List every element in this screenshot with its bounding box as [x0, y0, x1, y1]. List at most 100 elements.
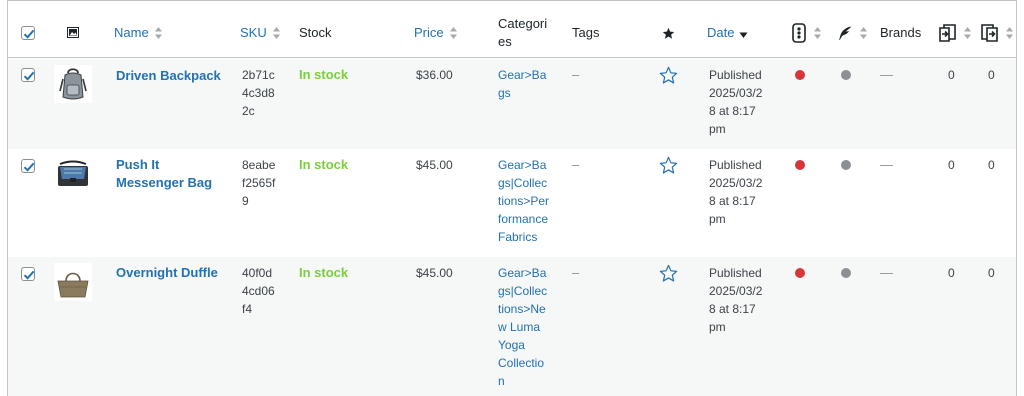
date-line: 2025/03/2: [709, 176, 763, 190]
col-stock-header: Stock: [299, 25, 332, 40]
category-line: gs|Collec: [498, 284, 548, 298]
category-line: Yoga: [498, 338, 525, 352]
sort-icon: [859, 26, 868, 40]
seo-score-icon[interactable]: [792, 23, 806, 43]
tags-cell: –: [572, 157, 580, 172]
date-line: 8 at 8:17: [709, 104, 756, 118]
incoming-links-count: 0: [948, 266, 955, 280]
sku-line: 2c: [242, 104, 255, 118]
seo-score-dot: [795, 268, 805, 278]
product-name-line: Driven Backpack: [116, 68, 221, 83]
sort-icon: [154, 26, 163, 40]
messenger-bag-thumbnail[interactable]: [54, 155, 92, 193]
category-line: tions>Ne: [498, 302, 546, 316]
tags-cell: –: [572, 265, 580, 280]
table-header: Name SKU Stock Price Categories Tags Dat…: [8, 1, 1016, 58]
product-name-link[interactable]: Driven Backpack: [116, 67, 221, 85]
outgoing-links-count: 0: [988, 158, 995, 172]
row-checkbox[interactable]: [21, 159, 35, 173]
date-cell: Published 2025/03/2 8 at 8:17 pm: [709, 156, 762, 228]
star-outline-icon[interactable]: [659, 156, 678, 175]
category-line: tions>Per: [498, 194, 550, 208]
date-cell: Published 2025/03/2 8 at 8:17 pm: [709, 66, 762, 138]
readability-score-dot: [841, 160, 851, 170]
readability-feather-icon[interactable]: [837, 25, 853, 41]
sort-icon: [813, 26, 822, 40]
sort-icon: [1005, 26, 1014, 40]
product-name-line: Push It: [116, 157, 160, 172]
category-line: Collectio: [498, 356, 545, 370]
row-checkbox[interactable]: [21, 68, 35, 82]
categories-cell[interactable]: Gear>Ba gs|Collec tions>Ne w Luma Yoga C…: [498, 264, 547, 390]
sku-cell: 8eabe f2565f 9: [242, 156, 275, 210]
incoming-links-icon[interactable]: [938, 24, 958, 42]
col-name-header[interactable]: Name: [114, 24, 163, 42]
stock-status: In stock: [299, 265, 349, 280]
price-cell: $36.00: [416, 68, 453, 82]
date-line: pm: [709, 122, 726, 136]
sort-icon: [449, 26, 458, 40]
readability-score-dot: [841, 268, 851, 278]
seo-score-dot: [795, 160, 805, 170]
col-tags-header: Tags: [572, 25, 600, 40]
date-line: Published: [709, 266, 762, 280]
col-brands-header: Brands: [880, 25, 922, 40]
outgoing-links-icon[interactable]: [980, 24, 1000, 42]
col-categories-header: Categories: [498, 16, 548, 49]
product-name-link[interactable]: Overnight Duffle: [116, 264, 218, 282]
date-line: 2025/03/2: [709, 284, 763, 298]
featured-star-icon[interactable]: [662, 27, 675, 40]
table-row: Driven Backpack 2b71c 4c3d8 2c In stock …: [8, 59, 1016, 149]
col-date-label: Date: [707, 25, 735, 40]
product-name-line: Messenger Bag: [116, 175, 213, 190]
date-line: 8 at 8:17: [709, 194, 756, 208]
row-checkbox[interactable]: [21, 267, 35, 281]
sort-desc-icon: [739, 26, 748, 40]
tags-cell: –: [572, 67, 580, 82]
outgoing-links-count: 0: [988, 266, 995, 280]
category-line: w Luma: [498, 320, 541, 334]
sort-icon: [272, 26, 281, 40]
sku-line: 9: [242, 194, 249, 208]
check-icon: [23, 162, 35, 172]
date-line: Published: [709, 158, 762, 172]
col-date-header[interactable]: Date: [707, 24, 748, 42]
categories-cell[interactable]: Gear>Ba gs: [498, 66, 546, 102]
date-line: Published: [709, 68, 762, 82]
category-line: n: [498, 374, 505, 388]
product-name-link[interactable]: Push It Messenger Bag: [116, 156, 212, 192]
incoming-links-count: 0: [948, 158, 955, 172]
category-line: gs: [498, 86, 511, 100]
price-cell: $45.00: [416, 158, 453, 172]
readability-score-dot: [841, 70, 851, 80]
incoming-links-count: 0: [948, 68, 955, 82]
date-line: pm: [709, 212, 726, 226]
category-line: Gear>Ba: [498, 266, 547, 280]
sku-line: f2565f: [242, 176, 276, 190]
product-name-line: Overnight Duffle: [116, 265, 218, 280]
col-sku-header[interactable]: SKU: [240, 24, 281, 42]
category-line: gs|Collec: [498, 176, 548, 190]
categories-cell[interactable]: Gear>Ba gs|Collec tions>Per formance Fab…: [498, 156, 549, 246]
brand-cell: —: [880, 157, 893, 172]
price-cell: $45.00: [416, 266, 453, 280]
date-cell: Published 2025/03/2 8 at 8:17 pm: [709, 264, 762, 336]
star-outline-icon[interactable]: [659, 66, 678, 85]
brand-cell: —: [880, 265, 893, 280]
check-icon: [23, 29, 35, 39]
col-price-header[interactable]: Price: [414, 24, 458, 42]
sku-line: 4c3d8: [242, 86, 275, 100]
sku-line: 4cd06: [242, 284, 275, 298]
star-outline-icon[interactable]: [659, 264, 678, 283]
duffle-bag-thumbnail[interactable]: [54, 263, 92, 301]
date-line: 8 at 8:17: [709, 302, 756, 316]
select-all-checkbox[interactable]: [21, 26, 35, 40]
backpack-thumbnail[interactable]: [54, 65, 92, 103]
brand-cell: —: [880, 67, 893, 82]
table-row: Push It Messenger Bag 8eabe f2565f 9 In …: [8, 149, 1016, 257]
category-line: Gear>Ba: [498, 158, 547, 172]
products-table: Name SKU Stock Price Categories Tags Dat…: [0, 0, 1024, 396]
category-line: Fabrics: [498, 230, 538, 244]
date-line: pm: [709, 320, 726, 334]
stock-status: In stock: [299, 67, 349, 82]
